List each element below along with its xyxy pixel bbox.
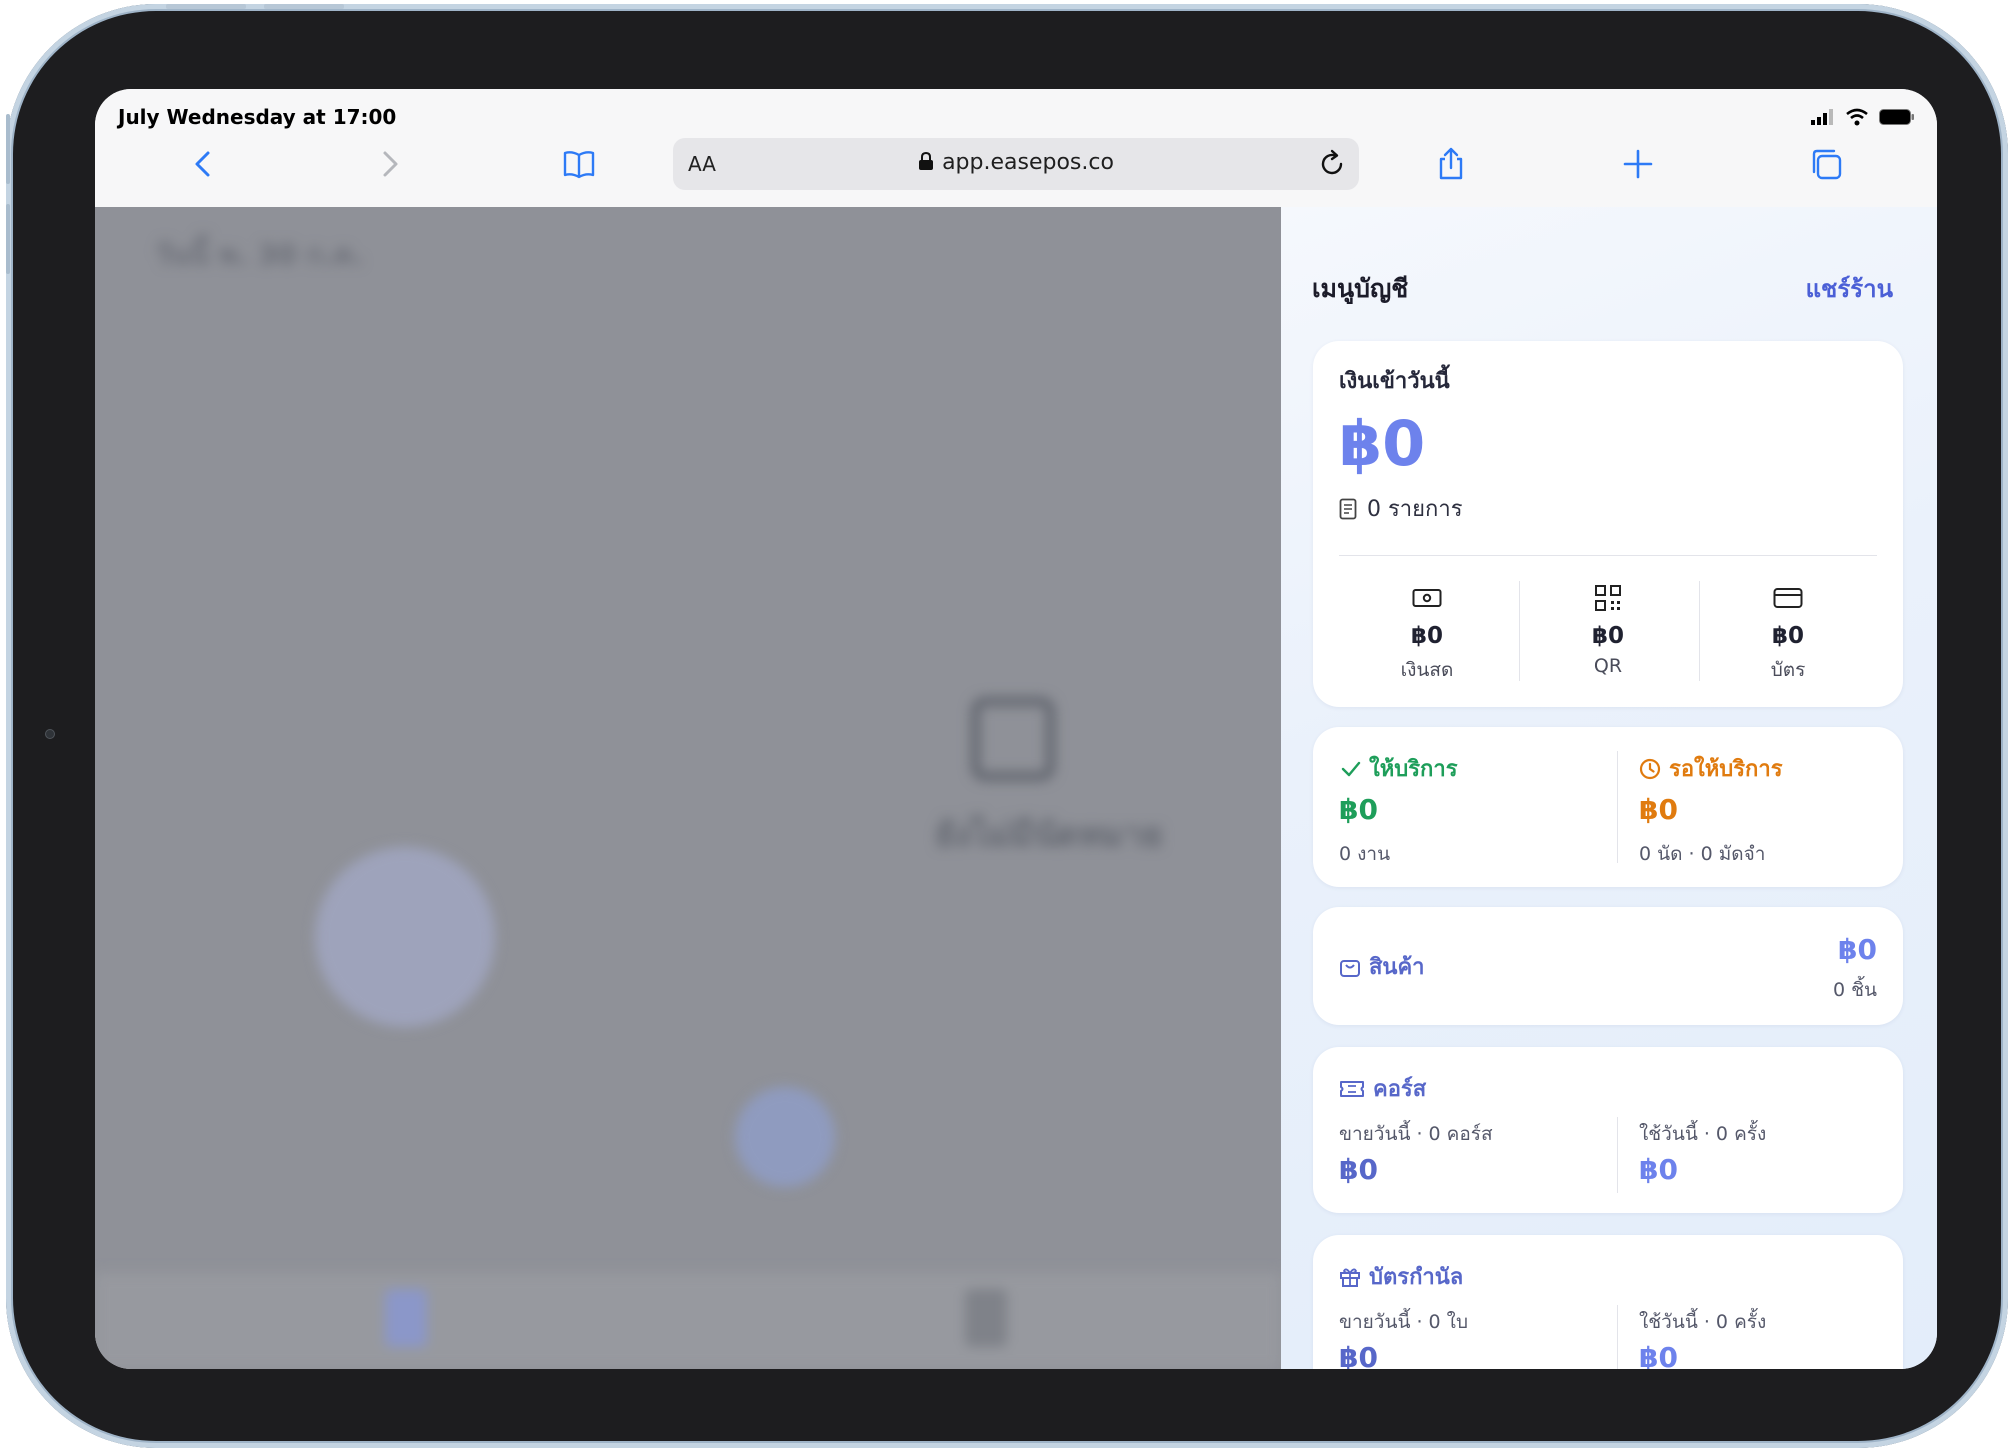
ticket-icon <box>1340 1080 1364 1097</box>
empty-state-text: ยังไม่มีนัดหมาย <box>935 815 1163 855</box>
bottom-tab-bar <box>95 1273 1281 1369</box>
divider <box>1339 555 1877 556</box>
courses-used-label: ใช้วันนี้ · 0 ครั้ง <box>1639 1123 1767 1145</box>
divider <box>1617 751 1618 863</box>
courses-used-amount: ฿0 <box>1639 1153 1678 1186</box>
products-card[interactable]: สินค้า ฿0 0 ชิ้น <box>1313 907 1903 1025</box>
page-date-title: วันนี้ พ. 30 ก.ค. <box>155 238 364 271</box>
card-amount: ฿0 <box>1771 623 1804 649</box>
service-done-sub: 0 งาน <box>1339 843 1391 865</box>
vouchers-used-label: ใช้วันนี้ · 0 ครั้ง <box>1639 1311 1767 1333</box>
camera-dot <box>45 729 55 739</box>
ipad-frame: July Wednesday at 17:00 AA app.easepos.c… <box>6 4 2008 1448</box>
wifi-icon <box>1846 108 1868 126</box>
side-button <box>6 204 10 274</box>
calendar-icon <box>971 697 1055 781</box>
blurred-page: วันนี้ พ. 30 ก.ค. ยังไม่มีนัดหมาย <box>95 207 1281 1369</box>
income-today-card[interactable]: เงินเข้าวันนี้ ฿0 0 รายการ ฿0 เงินสด ฿0 … <box>1313 341 1903 707</box>
share-icon <box>1439 147 1463 180</box>
share-shop-button[interactable]: แชร์ร้าน <box>1806 269 1893 308</box>
tab-icon <box>965 1289 1007 1347</box>
courses-sold-amount: ฿0 <box>1339 1153 1378 1186</box>
qr-amount: ฿0 <box>1591 623 1624 649</box>
divider <box>1617 1117 1618 1193</box>
blurred-shape <box>735 1087 835 1187</box>
vouchers-header: บัตรกำนัล <box>1339 1259 1463 1294</box>
transaction-count-text: 0 รายการ <box>1367 497 1463 522</box>
courses-label: คอร์ส <box>1373 1077 1427 1102</box>
lock-icon <box>919 151 934 170</box>
tabs-icon <box>1812 149 1842 180</box>
gift-icon <box>1340 1268 1360 1287</box>
service-pending-label: รอให้บริการ <box>1669 757 1783 782</box>
vouchers-used-amount: ฿0 <box>1639 1341 1678 1369</box>
vouchers-sold-label: ขายวันนี้ · 0 ใบ <box>1339 1311 1469 1333</box>
shopping-bag-icon <box>1340 959 1360 977</box>
income-label: เงินเข้าวันนี้ <box>1339 369 1450 394</box>
products-label: สินค้า <box>1369 955 1425 980</box>
chevron-left-icon <box>195 151 210 177</box>
income-amount: ฿0 <box>1339 407 1426 480</box>
receipt-icon <box>1339 498 1357 519</box>
side-button <box>6 114 10 184</box>
products-amount: ฿0 <box>1838 933 1877 966</box>
vouchers-card[interactable]: บัตรกำนัล ขายวันนี้ · 0 ใบ ฿0 ใช้วันนี้ … <box>1313 1235 1903 1369</box>
browser-toolbar: July Wednesday at 17:00 AA app.easepos.c… <box>95 89 1937 208</box>
qr-label: QR <box>1593 655 1623 677</box>
courses-sold-label: ขายวันนี้ · 0 คอร์ส <box>1339 1123 1493 1145</box>
check-icon <box>1341 761 1361 776</box>
service-done-label: ให้บริการ <box>1369 757 1458 782</box>
service-pending-sub: 0 นัด · 0 มัดจำ <box>1639 843 1766 865</box>
products-sub: 0 ชิ้น <box>1832 979 1877 1001</box>
qr-icon <box>1595 585 1621 611</box>
book-icon <box>563 151 595 179</box>
payment-card[interactable]: ฿0 บัตร <box>1698 581 1878 685</box>
account-menu-panel: เมนูบัญชี แชร์ร้าน เงินเข้าวันนี้ ฿0 0 ร… <box>1281 207 1937 1369</box>
status-time: July Wednesday at 17:00 <box>118 105 397 129</box>
tabs-button[interactable] <box>1803 141 1849 187</box>
panel-title: เมนูบัญชี <box>1312 274 1409 303</box>
payment-cash[interactable]: ฿0 เงินสด <box>1337 581 1517 685</box>
card-icon <box>1773 588 1803 608</box>
payment-qr[interactable]: ฿0 QR <box>1518 581 1698 677</box>
share-button[interactable] <box>1428 141 1474 187</box>
clock-icon <box>1639 758 1661 779</box>
top-button <box>166 4 246 9</box>
new-tab-button[interactable] <box>1615 141 1661 187</box>
service-pending-amount: ฿0 <box>1639 793 1678 826</box>
address-bar[interactable]: AA app.easepos.co <box>673 138 1359 190</box>
bookmarks-button[interactable] <box>556 141 602 187</box>
url-text[interactable]: app.easepos.co <box>673 150 1359 175</box>
card-label: บัตร <box>1770 659 1806 681</box>
blurred-shape <box>315 847 495 1027</box>
dimmed-page-overlay[interactable]: วันนี้ พ. 30 ก.ค. ยังไม่มีนัดหมาย <box>95 207 1281 1369</box>
cash-label: เงินสด <box>1400 659 1454 681</box>
reload-icon[interactable] <box>1315 147 1349 181</box>
courses-header: คอร์ส <box>1339 1071 1426 1106</box>
screen: July Wednesday at 17:00 AA app.easepos.c… <box>95 89 1937 1369</box>
service-pending-header: รอให้บริการ <box>1639 751 1783 786</box>
signal-icon <box>1811 109 1833 125</box>
divider <box>1617 1305 1618 1369</box>
transaction-count: 0 รายการ <box>1339 491 1463 526</box>
products-header: สินค้า <box>1339 949 1425 984</box>
vouchers-sold-amount: ฿0 <box>1339 1341 1378 1369</box>
service-card[interactable]: ให้บริการ ฿0 0 งาน รอให้บริการ ฿0 0 นัด … <box>1313 727 1903 887</box>
plus-icon <box>1623 149 1653 179</box>
cash-amount: ฿0 <box>1410 623 1443 649</box>
cash-icon <box>1412 589 1442 607</box>
service-done-header: ให้บริการ <box>1341 751 1458 786</box>
back-button[interactable] <box>181 141 227 187</box>
top-button <box>264 4 344 9</box>
courses-card[interactable]: คอร์ส ขายวันนี้ · 0 คอร์ส ฿0 ใช้วันนี้ ·… <box>1313 1047 1903 1213</box>
chevron-right-icon <box>383 151 398 177</box>
battery-icon <box>1879 109 1914 125</box>
forward-button[interactable] <box>366 141 412 187</box>
status-icons <box>1811 107 1915 127</box>
url-label: app.easepos.co <box>942 150 1114 175</box>
service-done-amount: ฿0 <box>1339 793 1378 826</box>
tab-icon <box>385 1289 427 1347</box>
vouchers-label: บัตรกำนัล <box>1369 1265 1464 1290</box>
